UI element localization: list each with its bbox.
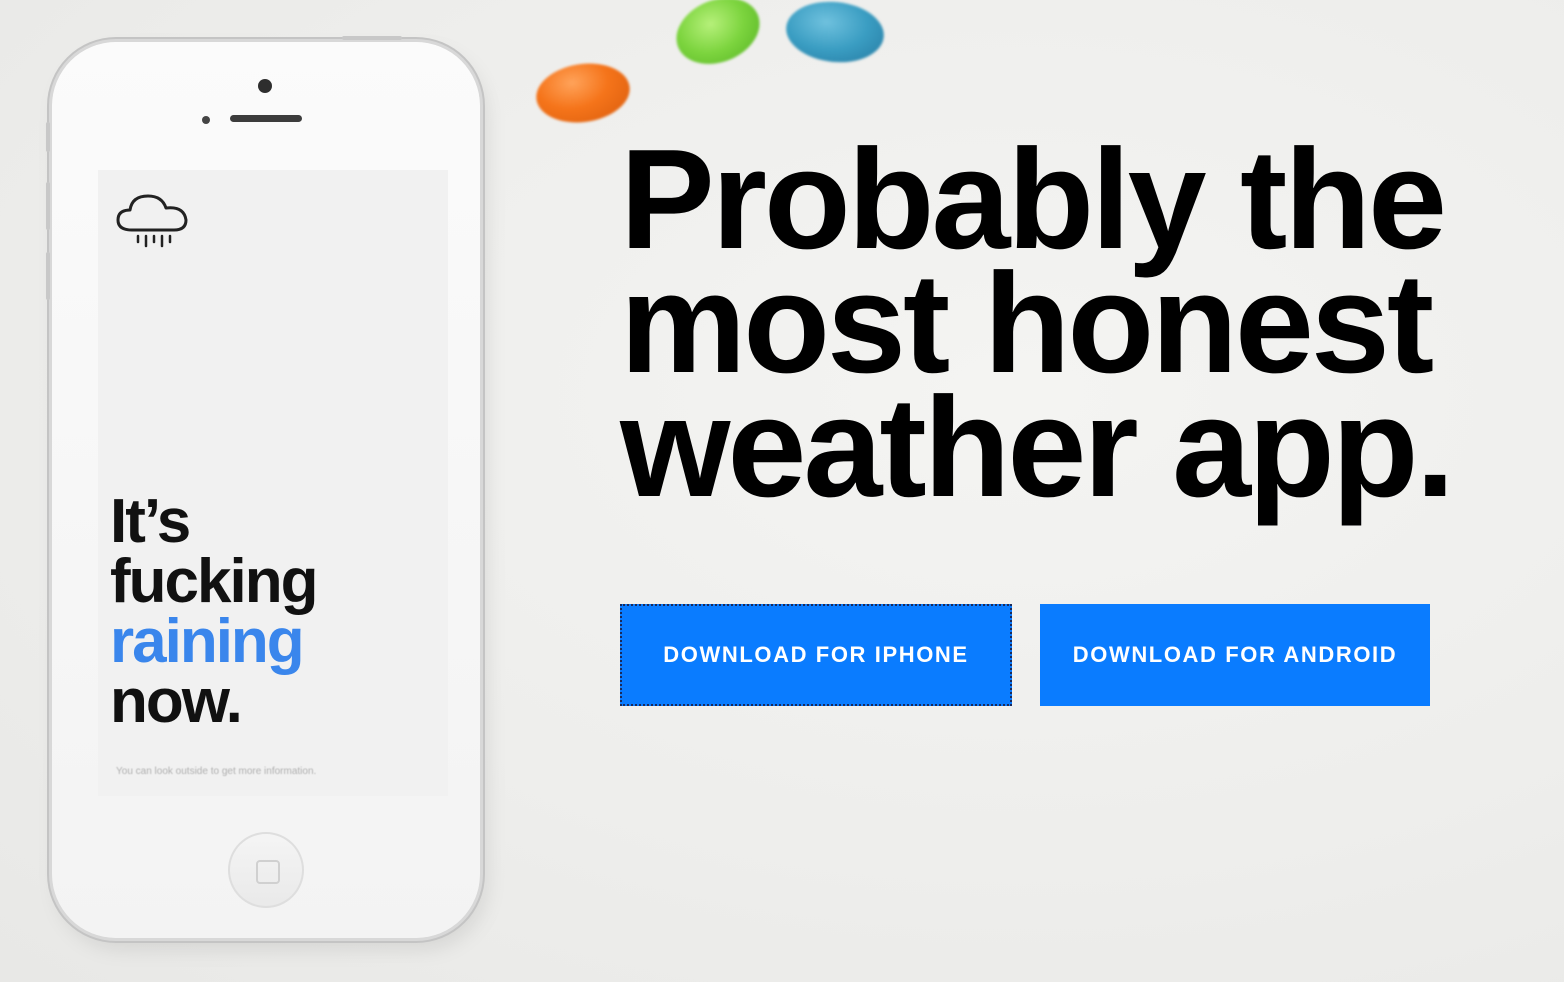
screen-headline-line: now. (110, 667, 243, 736)
front-camera (258, 79, 272, 93)
screen-subtext: You can look outside to get more informa… (116, 766, 317, 777)
screen-headline-line: fucking (110, 547, 318, 616)
screen-headline-line: It’s (110, 487, 191, 556)
phone-volume-down-button (46, 252, 50, 300)
download-android-label: DOWNLOAD FOR ANDROID (1072, 642, 1398, 667)
blue-jelly-bean (783, 0, 887, 67)
phone-power-button (342, 36, 402, 40)
landing-page: It’s fucking raining now. You can look o… (0, 0, 1564, 982)
screen-headline-highlight: raining (110, 607, 305, 676)
hero-title-line: weather app. (620, 368, 1455, 527)
rain-cloud-icon (116, 194, 188, 248)
screen-headline: It’s fucking raining now. (110, 487, 318, 736)
phone-mockup: It’s fucking raining now. You can look o… (46, 36, 480, 938)
phone-screen: It’s fucking raining now. You can look o… (98, 170, 448, 796)
proximity-sensor (202, 116, 210, 124)
phone-home-button (228, 832, 304, 908)
phone-volume-up-button (46, 182, 50, 230)
orange-jelly-bean (532, 57, 634, 129)
hero-title: Probably the most honest weather app. (620, 129, 1455, 527)
download-android-button[interactable]: DOWNLOAD FOR ANDROID (1040, 604, 1430, 706)
download-iphone-label: DOWNLOAD FOR IPHONE (663, 642, 969, 667)
green-jelly-bean (666, 0, 770, 76)
phone-mute-switch (46, 122, 50, 152)
earpiece-speaker (230, 115, 302, 122)
download-iphone-button[interactable]: DOWNLOAD FOR IPHONE (620, 604, 1012, 706)
